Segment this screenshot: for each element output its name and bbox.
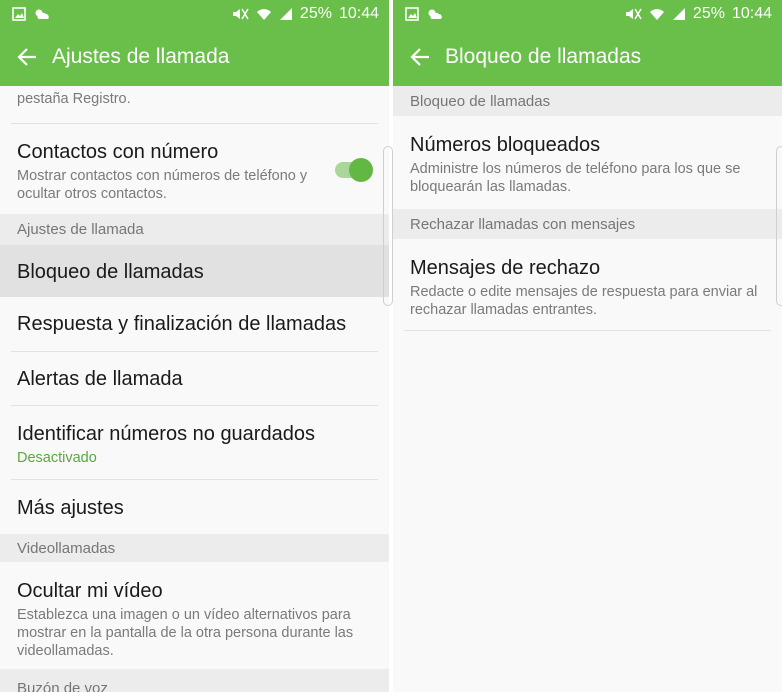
mute-icon [232, 8, 249, 19]
section-header-reject-with-messages: Rechazar llamadas con mensajes [393, 209, 782, 239]
hide-my-video-description: Establezca una imagen o un vídeo alterna… [17, 607, 354, 659]
list-item-call-blocking[interactable]: Bloqueo de llamadas [0, 245, 389, 297]
identify-unsaved-numbers-label: Identificar números no guardados [17, 423, 315, 445]
signal-icon [279, 7, 292, 20]
section-header-call-settings: Ajustes de llamada [0, 214, 389, 245]
divider [404, 330, 771, 331]
wifi-icon [649, 8, 664, 20]
call-settings-screen: 25% 10:44 Ajustes de llamada pestaña Reg… [0, 0, 389, 692]
reject-messages-label: Mensajes de rechazo [410, 257, 601, 279]
blocked-numbers-label: Números bloqueados [410, 134, 601, 156]
list-item-contacts-with-number[interactable]: Contactos con número Mostrar contactos c… [0, 124, 389, 214]
weather-notification-icon [428, 9, 442, 19]
back-arrow-icon[interactable] [409, 46, 431, 68]
mute-icon [625, 8, 642, 19]
edge-panel-handle[interactable] [776, 146, 782, 306]
list-item-more-settings[interactable]: Más ajustes [0, 480, 389, 534]
weather-notification-icon [35, 9, 49, 19]
list-item-reject-messages[interactable]: Mensajes de rechazo Redacte o edite mens… [393, 239, 782, 330]
contacts-with-number-title: Contactos con número [17, 141, 219, 163]
more-settings-label: Más ajustes [17, 497, 124, 519]
section-header-video-calls: Videollamadas [0, 534, 389, 562]
section-header-voicemail: Buzón de voz [0, 669, 389, 692]
signal-icon [672, 7, 685, 20]
list-item-blocked-numbers[interactable]: Números bloqueados Administre los número… [393, 116, 782, 209]
app-bar: Bloqueo de llamadas [393, 27, 782, 86]
back-arrow-icon[interactable] [16, 46, 38, 68]
list-item-answer-end-calls[interactable]: Respuesta y finalización de llamadas [0, 297, 389, 351]
contacts-with-number-toggle[interactable] [335, 158, 373, 182]
list-item-identify-unsaved-numbers[interactable]: Identificar números no guardados Desacti… [0, 406, 389, 479]
clock: 10:44 [338, 4, 379, 22]
page-title: Ajustes de llamada [52, 44, 230, 68]
app-bar: Ajustes de llamada [0, 27, 389, 86]
reject-messages-description: Redacte o edite mensajes de respuesta pa… [410, 284, 758, 318]
gallery-notification-icon [12, 6, 26, 21]
clipped-description: pestaña Registro. [17, 91, 131, 107]
page-title: Bloqueo de llamadas [445, 44, 642, 68]
call-blocking-label: Bloqueo de llamadas [17, 261, 204, 283]
gallery-notification-icon [405, 6, 419, 21]
contacts-with-number-description: Mostrar contactos con números de teléfon… [17, 168, 308, 202]
wifi-icon [256, 8, 271, 20]
blocked-numbers-description: Administre los números de teléfono para … [410, 161, 741, 195]
battery-level: 25% [692, 4, 725, 22]
settings-list: pestaña Registro. Contactos con número M… [0, 86, 389, 692]
status-bar: 25% 10:44 [393, 0, 782, 27]
toggle-knob [349, 158, 373, 182]
section-header-call-blocking: Bloqueo de llamadas [393, 86, 782, 116]
call-blocking-list: Bloqueo de llamadas Números bloqueados A… [393, 86, 782, 331]
edge-panel-handle[interactable] [383, 146, 393, 306]
clock: 10:44 [731, 4, 772, 22]
list-item-clipped[interactable]: pestaña Registro. [0, 86, 389, 123]
screenshot-composite: 25% 10:44 Ajustes de llamada pestaña Reg… [0, 0, 782, 692]
list-item-call-alerts[interactable]: Alertas de llamada [0, 352, 389, 405]
status-bar: 25% 10:44 [0, 0, 389, 27]
call-blocking-screen: 25% 10:44 Bloqueo de llamadas Bloqueo de… [393, 0, 782, 692]
battery-level: 25% [299, 4, 332, 22]
hide-my-video-label: Ocultar mi vídeo [17, 580, 163, 602]
list-item-hide-my-video[interactable]: Ocultar mi vídeo Establezca una imagen o… [0, 562, 389, 669]
call-alerts-label: Alertas de llamada [17, 368, 183, 390]
identify-status: Desactivado [17, 450, 97, 466]
answer-end-calls-label: Respuesta y finalización de llamadas [17, 313, 347, 335]
